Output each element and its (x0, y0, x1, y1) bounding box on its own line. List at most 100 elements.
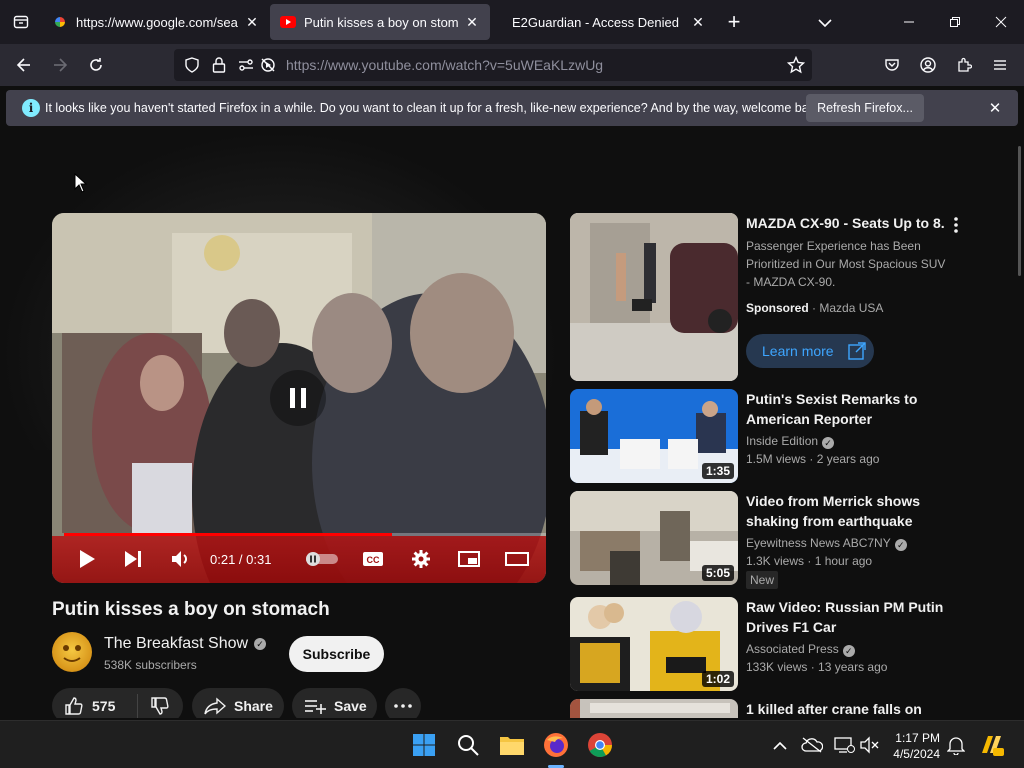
player-controls: 0:21 / 0:31 CC (52, 536, 546, 583)
channel-name[interactable]: Associated Press (746, 642, 839, 656)
upload-age: 1 hour ago (814, 554, 873, 568)
notifications-bell-icon[interactable] (940, 729, 972, 761)
reload-button[interactable] (80, 49, 112, 81)
upload-age: 2 years ago (816, 452, 880, 466)
firefox-icon[interactable] (540, 729, 572, 761)
like-button[interactable]: 575 (52, 694, 138, 718)
ad-item[interactable]: MAZDA CX-90 - Seats Up to 8. Passenger E… (570, 213, 960, 383)
tracking-protection-icon[interactable] (184, 57, 200, 78)
search-icon[interactable] (452, 729, 484, 761)
recommendation-title[interactable]: Video from Merrick shows shaking from ea… (746, 491, 946, 531)
channel-name[interactable]: Inside Edition (746, 434, 818, 448)
lock-icon[interactable] (212, 56, 226, 79)
view-count: 1.5M views (746, 452, 807, 466)
recommendation-item[interactable]: 1:35 Putin's Sexist Remarks to American … (570, 389, 960, 485)
google-icon (52, 14, 68, 30)
account-icon[interactable] (912, 49, 944, 81)
autoplay-blocked-icon[interactable] (260, 57, 276, 78)
new-badge: New (746, 571, 779, 589)
ad-title[interactable]: MAZDA CX-90 - Seats Up to 8. (746, 213, 946, 233)
next-button[interactable] (118, 544, 148, 574)
verified-icon: ✓ (822, 437, 835, 449)
minimize-button[interactable] (886, 0, 932, 44)
list-all-tabs-icon[interactable] (814, 12, 836, 34)
ad-more-options-icon[interactable] (954, 217, 966, 235)
channel-name[interactable]: Eyewitness News ABC7NY (746, 536, 891, 550)
new-tab-button[interactable]: + (720, 8, 748, 36)
ad-thumbnail[interactable] (570, 213, 738, 381)
recommendation-item[interactable]: 1 killed after crane falls on (570, 699, 960, 718)
close-notification-icon[interactable]: ✕ (986, 99, 1004, 117)
volume-muted-icon[interactable] (854, 729, 886, 761)
settings-gear-icon[interactable] (406, 544, 436, 574)
bookmark-star-icon[interactable] (786, 55, 806, 79)
autoplay-toggle[interactable] (304, 544, 340, 574)
restore-button[interactable] (932, 0, 978, 44)
tab-title: E2Guardian - Access Denied (512, 14, 679, 30)
file-explorer-icon[interactable] (496, 729, 528, 761)
theater-mode-icon[interactable] (502, 544, 532, 574)
verified-icon: ✓ (894, 539, 907, 551)
permissions-icon[interactable] (238, 57, 254, 78)
show-hidden-icons-chevron-icon[interactable] (764, 729, 796, 761)
channel-name-text[interactable]: The Breakfast Show (104, 635, 248, 653)
ad-thumbnail-image (570, 213, 738, 381)
refresh-firefox-button[interactable]: Refresh Firefox... (806, 94, 924, 122)
video-title: Putin kisses a boy on stomach (52, 599, 330, 620)
share-label: Share (234, 698, 273, 714)
subscribe-button[interactable]: Subscribe (289, 636, 384, 672)
play-button[interactable] (72, 544, 102, 574)
recommendation-item[interactable]: 5:05 Video from Merrick shows shaking fr… (570, 491, 960, 589)
copilot-icon[interactable] (976, 729, 1008, 761)
menu-icon[interactable] (984, 49, 1016, 81)
pause-overlay-icon[interactable] (270, 370, 326, 426)
forward-button[interactable] (44, 49, 76, 81)
upload-age: 13 years ago (818, 660, 888, 674)
onedrive-icon[interactable] (796, 729, 828, 761)
clock-time: 1:17 PM (895, 731, 940, 745)
channel-avatar[interactable] (52, 632, 92, 672)
learn-more-button[interactable]: Learn more (746, 334, 874, 368)
back-button[interactable] (8, 49, 40, 81)
url-bar[interactable]: https://www.youtube.com/watch?v=5uWEaKLz… (174, 49, 812, 81)
save-button[interactable]: Save (292, 688, 377, 718)
more-actions-button[interactable] (385, 688, 421, 718)
recommendation-title[interactable]: Putin's Sexist Remarks to American Repor… (746, 389, 946, 429)
close-tab-icon[interactable]: ✕ (690, 14, 706, 30)
url-text[interactable]: https://www.youtube.com/watch?v=5uWEaKLz… (286, 57, 603, 73)
system-clock[interactable]: 1:17 PM 4/5/2024 (884, 730, 940, 762)
svg-text:CC: CC (367, 555, 380, 565)
channel-name[interactable]: The Breakfast Show ✓ (104, 635, 267, 653)
save-playlist-icon (305, 700, 326, 714)
share-button[interactable]: Share (192, 688, 284, 718)
chrome-icon[interactable] (584, 729, 616, 761)
windows-start-icon[interactable] (408, 729, 440, 761)
close-tab-icon[interactable]: ✕ (244, 14, 260, 30)
recommendation-title[interactable]: Raw Video: Russian PM Putin Drives F1 Ca… (746, 597, 946, 637)
verified-icon: ✓ (842, 645, 855, 657)
dislike-button[interactable] (138, 696, 182, 716)
recommendation-title[interactable]: 1 killed after crane falls on (746, 699, 946, 718)
tab-youtube-active[interactable]: Putin kisses a boy on stomach ✕ (270, 4, 490, 40)
page-scrollbar[interactable] (1018, 146, 1021, 276)
close-tab-icon[interactable]: ✕ (464, 14, 480, 30)
miniplayer-icon[interactable] (454, 544, 484, 574)
extensions-icon[interactable] (948, 49, 980, 81)
tab-google[interactable]: https://www.google.com/searc ✕ (42, 4, 270, 40)
video-player[interactable]: 0:21 / 0:31 CC (52, 213, 546, 583)
video-thumbnail[interactable]: 1:35 (570, 389, 738, 483)
video-thumbnail[interactable]: 5:05 (570, 491, 738, 585)
close-window-button[interactable] (978, 0, 1024, 44)
volume-icon[interactable] (166, 544, 196, 574)
tab-e2guardian[interactable]: E2Guardian - Access Denied ✕ (490, 4, 716, 40)
like-dislike-group: 575 (52, 688, 183, 718)
video-thumbnail[interactable] (570, 699, 738, 718)
subtitles-icon[interactable]: CC (358, 544, 388, 574)
windows-taskbar: 1:17 PM 4/5/2024 (0, 720, 1024, 768)
ad-sponsor-line: Sponsored · Mazda USA (746, 301, 884, 315)
video-thumbnail[interactable]: 1:02 (570, 597, 738, 691)
firefox-view-icon[interactable] (0, 0, 42, 44)
pocket-icon[interactable] (876, 49, 908, 81)
recommendation-item[interactable]: 1:02 Raw Video: Russian PM Putin Drives … (570, 597, 960, 693)
advertiser-name: Mazda USA (819, 301, 884, 315)
